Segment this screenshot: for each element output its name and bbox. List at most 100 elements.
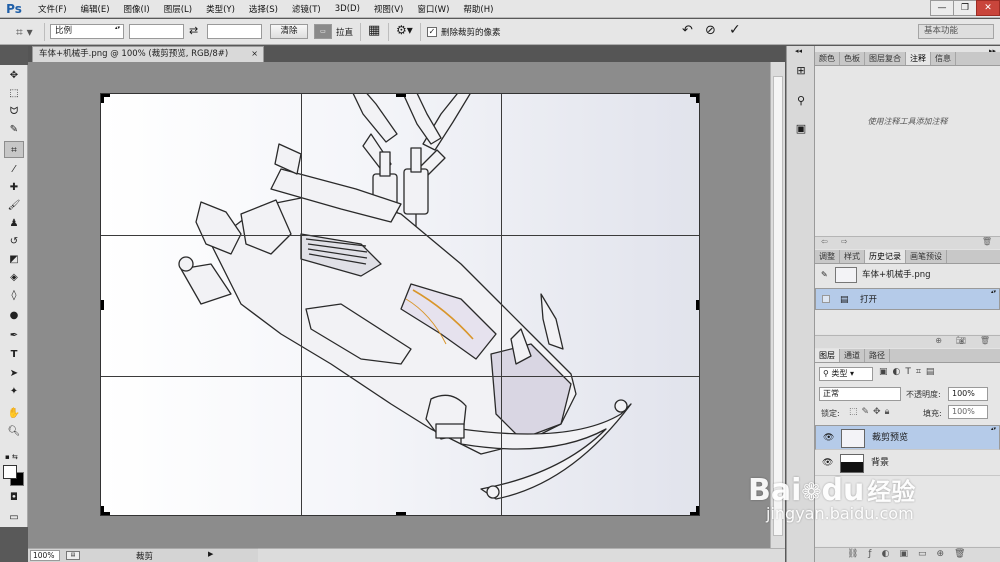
crop-tool-icon[interactable]: ⌗ — [4, 141, 24, 158]
history-step-checkbox[interactable] — [822, 295, 830, 303]
menu-view[interactable]: 视图(V) — [367, 3, 410, 15]
quick-mask-icon[interactable]: ◘ — [4, 489, 24, 506]
opacity-input[interactable]: 100% — [948, 387, 988, 401]
delete-note-icon[interactable]: 🗑︎ — [982, 237, 992, 246]
swap-colors-icon[interactable]: ▪ ⇆ — [5, 453, 18, 461]
zoom-tool-icon[interactable]: 🔍︎ — [4, 423, 24, 440]
menu-filter[interactable]: 滤镜(T) — [285, 3, 328, 15]
tab-channels[interactable]: 通道 — [840, 349, 865, 362]
visibility-eye-icon[interactable]: 👁︎ — [823, 426, 835, 451]
crop-handle-top[interactable] — [396, 94, 406, 97]
tab-color[interactable]: 颜色 — [815, 52, 840, 65]
crop-handle-bottom-left[interactable] — [101, 506, 110, 515]
foreground-color-swatch[interactable] — [3, 465, 17, 479]
blur-tool-icon[interactable]: ◊ — [4, 287, 24, 304]
clear-button[interactable]: 清除 — [270, 24, 308, 39]
crop-height-input[interactable] — [207, 24, 262, 39]
swap-dimensions-icon[interactable]: ⇄ — [189, 24, 198, 37]
crop-handle-bottom-right[interactable] — [690, 506, 699, 515]
pen-tool-icon[interactable]: ✒ — [4, 327, 24, 344]
menu-select[interactable]: 选择(S) — [242, 3, 285, 15]
menu-type[interactable]: 类型(Y) — [199, 3, 242, 15]
history-snapshot[interactable]: ✎ 车体+机械手.png — [815, 264, 1000, 286]
tab-layers[interactable]: 图层 — [815, 349, 840, 362]
fill-input[interactable]: 100% — [948, 405, 988, 419]
quick-select-tool-icon[interactable]: ✎ — [4, 121, 24, 138]
commit-crop-icon[interactable]: ✓ — [729, 22, 741, 38]
close-tab-icon[interactable]: × — [251, 47, 258, 61]
menu-window[interactable]: 窗口(W) — [410, 3, 456, 15]
new-document-from-state-icon[interactable]: ⊕ — [935, 336, 942, 345]
shape-tool-icon[interactable]: ✦ — [4, 383, 24, 400]
crop-handle-left[interactable] — [101, 300, 104, 310]
ratio-select[interactable]: 比例 — [50, 24, 124, 39]
brush-panel-icon[interactable]: ⚲ — [791, 92, 811, 110]
blend-mode-select[interactable]: 正常 — [819, 387, 901, 401]
overlay-grid-icon[interactable]: ▦ — [368, 23, 380, 38]
menu-help[interactable]: 帮助(H) — [456, 3, 500, 15]
document-tab[interactable]: 车体+机械手.png @ 100% (裁剪预览, RGB/8#) × — [32, 46, 264, 62]
document-info-icon[interactable]: ▤ — [66, 551, 80, 560]
tab-styles[interactable]: 样式 — [840, 250, 865, 263]
document-canvas[interactable] — [100, 93, 700, 516]
tab-notes[interactable]: 注释 — [906, 52, 931, 65]
strip-collapse-icon[interactable]: ◂◂ — [795, 47, 802, 55]
menu-image[interactable]: 图像(I) — [117, 3, 157, 15]
crop-tool-preset-icon[interactable]: ⌗ ▾ — [16, 25, 38, 40]
straighten-icon[interactable]: ▭ — [314, 24, 332, 39]
properties-panel-icon[interactable]: ▣ — [791, 120, 811, 138]
tab-adjustments[interactable]: 调整 — [815, 250, 840, 263]
minimize-button[interactable]: — — [930, 0, 954, 16]
clone-stamp-tool-icon[interactable]: ♟ — [4, 215, 24, 232]
settings-gear-icon[interactable]: ⚙▾ — [396, 23, 413, 37]
history-step-open[interactable]: ▤ 打开 — [815, 288, 1000, 310]
menu-layer[interactable]: 图层(L) — [157, 3, 199, 15]
crop-handle-top-left[interactable] — [101, 94, 110, 103]
menu-file[interactable]: 文件(F) — [31, 3, 74, 15]
tab-history[interactable]: 历史记录 — [865, 250, 906, 263]
scrollbar-thumb[interactable] — [773, 76, 783, 536]
workspace-select[interactable]: 基本功能 — [918, 24, 994, 39]
layer-actions-icons[interactable]: ⛓ƒ◐▣▭⊕🗑︎ — [847, 549, 975, 559]
status-menu-arrow[interactable]: ▶ — [208, 550, 213, 558]
menu-3d[interactable]: 3D(D) — [328, 4, 367, 14]
eyedropper-tool-icon[interactable]: ⁄ — [4, 161, 24, 178]
paint-bucket-tool-icon[interactable]: ◈ — [4, 269, 24, 286]
path-select-tool-icon[interactable]: ➤ — [4, 365, 24, 382]
layer-filter-select[interactable]: ⚲ 类型 ▾ — [819, 367, 873, 381]
prev-note-icon[interactable]: ⇦ — [821, 237, 828, 246]
delete-pixels-checkbox[interactable]: ✓ — [427, 27, 437, 37]
tab-brush-presets[interactable]: 画笔预设 — [906, 250, 947, 263]
tab-paths[interactable]: 路径 — [865, 349, 890, 362]
crop-width-input[interactable] — [129, 24, 184, 39]
new-snapshot-icon[interactable]: 📷︎ — [956, 336, 966, 345]
brush-tool-icon[interactable]: 🖌︎ — [4, 197, 24, 214]
restore-button[interactable]: ❐ — [953, 0, 977, 16]
menu-edit[interactable]: 编辑(E) — [74, 3, 117, 15]
layer-filter-icons[interactable]: ▣◐T⌗▤ — [879, 367, 939, 377]
tab-layer-comps[interactable]: 图层复合 — [865, 52, 906, 65]
next-note-icon[interactable]: ⇨ — [841, 237, 848, 246]
close-window-button[interactable]: ✕ — [976, 0, 1000, 16]
tab-swatches[interactable]: 色板 — [840, 52, 865, 65]
move-tool-icon[interactable]: ✥ — [4, 67, 24, 84]
delete-state-icon[interactable]: 🗑︎ — [980, 336, 990, 345]
lock-icons[interactable]: ⬚✎✥🔒︎ — [849, 407, 893, 417]
tab-info[interactable]: 信息 — [931, 52, 956, 65]
marquee-tool-icon[interactable]: ⬚ — [4, 85, 24, 102]
screen-mode-icon[interactable]: ▭ — [4, 509, 24, 526]
history-brush-tool-icon[interactable]: ↺ — [4, 233, 24, 250]
type-tool-icon[interactable]: T — [4, 346, 24, 363]
dodge-tool-icon[interactable]: ● — [4, 307, 24, 324]
layer-row-crop-preview[interactable]: 👁︎ 裁剪预览 — [815, 425, 1000, 450]
reset-crop-icon[interactable]: ↶ — [682, 23, 693, 38]
hand-tool-icon[interactable]: ✋ — [4, 405, 24, 422]
crop-handle-bottom[interactable] — [396, 512, 406, 515]
zoom-level-field[interactable]: 100% — [30, 550, 60, 561]
crop-handle-top-right[interactable] — [690, 94, 699, 103]
crop-handle-right[interactable] — [696, 300, 699, 310]
clone-source-panel-icon[interactable]: ⊞ — [791, 62, 811, 80]
cancel-crop-icon[interactable]: ⊘ — [705, 23, 716, 38]
history-brush-source-icon[interactable]: ✎ — [821, 264, 828, 286]
healing-brush-tool-icon[interactable]: ✚ — [4, 179, 24, 196]
